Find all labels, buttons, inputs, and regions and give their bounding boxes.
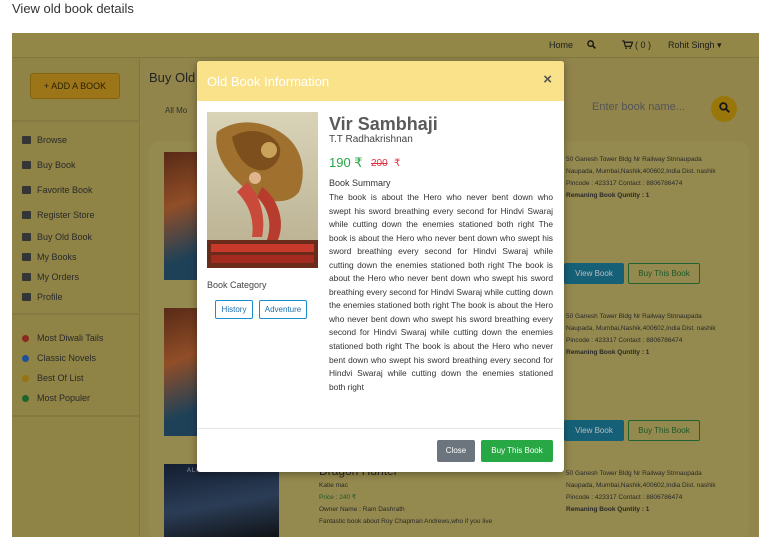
buy-this-book-button[interactable]: Buy This Book [481,440,553,462]
old-price: 200 [371,158,388,169]
book-cover-image [207,112,318,268]
category-tag-history[interactable]: History [215,300,253,319]
book-author: T.T Radhakrishnan [329,134,413,145]
close-icon[interactable]: × [543,71,552,88]
category-label: Book Category [207,280,267,290]
page-caption: View old book details [12,1,134,16]
old-price-currency: ₹ [394,158,401,169]
close-button[interactable]: Close [437,440,475,462]
modal-title: Old Book Information [207,74,330,89]
category-tag-adventure[interactable]: Adventure [259,300,307,319]
book-summary: The book is about the Hero who never ben… [329,192,553,392]
book-info-modal: Old Book Information × Book Category His… [197,61,564,472]
book-title: Vir Sambhaji [329,114,438,134]
summary-label: Book Summary [329,178,391,188]
modal-header: Old Book Information × [197,61,564,101]
divider [197,428,564,429]
book-price: 190 ₹ [329,155,363,170]
